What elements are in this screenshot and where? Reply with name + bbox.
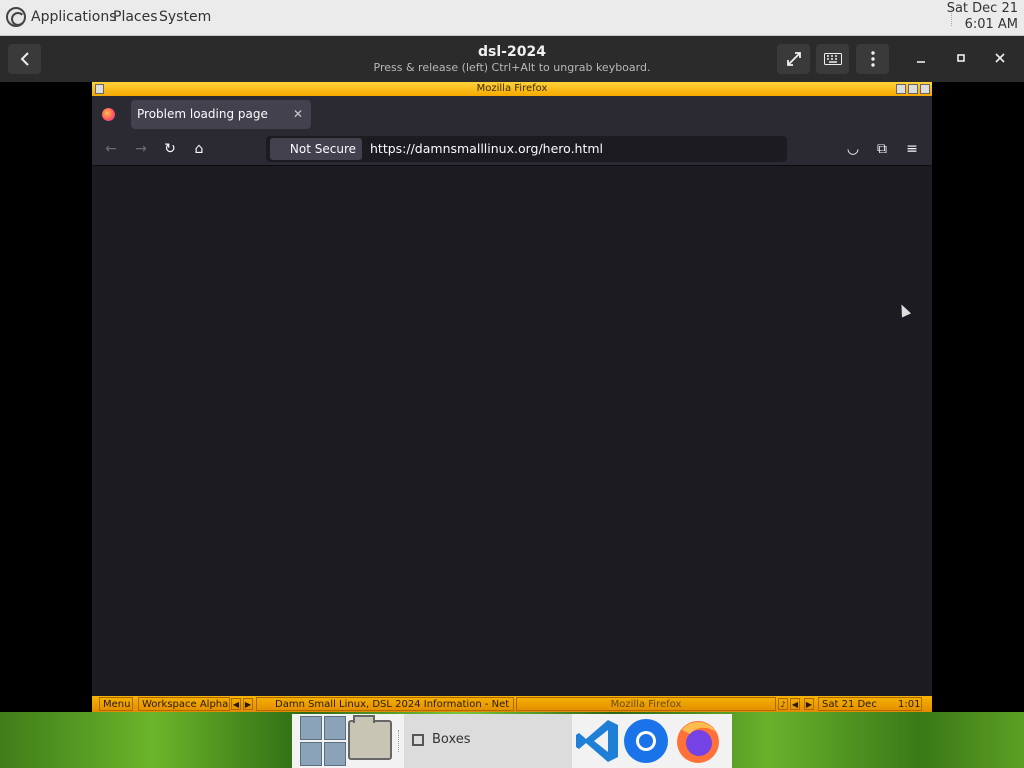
- forward-arrow-icon[interactable]: →: [133, 141, 149, 157]
- clock-time: 6:01 AM: [964, 17, 1018, 32]
- bottom-dock: Boxes: [292, 714, 732, 768]
- top-panel: Applications Places System Sat Dec 21 6:…: [0, 0, 1024, 36]
- window-menu-icon[interactable]: [95, 84, 104, 94]
- tray-prev-icon[interactable]: ◀: [790, 698, 800, 710]
- applications-menu[interactable]: Applications: [31, 9, 117, 25]
- boxes-icon: [412, 734, 424, 746]
- dsl-clock-time: 1:01: [898, 699, 921, 710]
- window-close-icon[interactable]: [920, 84, 930, 94]
- workspace-grid-icon[interactable]: [300, 716, 346, 766]
- dsl-clock[interactable]: Sat 21 Dec 1:01: [818, 697, 922, 711]
- minimize-button[interactable]: [910, 48, 932, 70]
- file-manager-icon[interactable]: [348, 715, 392, 760]
- workspace-next-icon[interactable]: ▶: [243, 698, 253, 710]
- dock-separator: [398, 730, 400, 752]
- menu-button[interactable]: [856, 44, 889, 74]
- places-menu[interactable]: Places: [113, 9, 158, 25]
- fullscreen-icon: [786, 52, 801, 66]
- boxes-taskbar-item[interactable]: Boxes: [404, 714, 572, 768]
- dsl-taskbar: Menu Workspace Alpha ◀ ▶ Damn Small Linu…: [92, 696, 932, 712]
- system-menu[interactable]: System: [159, 9, 211, 25]
- firefox-window-titlebar[interactable]: Mozilla Firefox: [92, 82, 932, 96]
- extensions-icon[interactable]: ⧉: [874, 141, 890, 157]
- tab-problem-loading[interactable]: Problem loading page ✕: [131, 100, 311, 129]
- window-minimize-icon[interactable]: [896, 84, 906, 94]
- back-arrow-icon[interactable]: ←: [103, 141, 119, 157]
- pocket-icon[interactable]: ◡: [845, 141, 861, 157]
- close-tab-icon[interactable]: ✕: [293, 100, 303, 129]
- workspace-switcher[interactable]: Workspace Alpha: [138, 697, 230, 711]
- firefox-view-icon[interactable]: [102, 108, 115, 121]
- minimize-icon: [917, 61, 925, 63]
- maximize-icon: [957, 54, 965, 62]
- boxes-header-bar: dsl-2024 Press & release (left) Ctrl+Alt…: [0, 36, 1024, 82]
- task-firefox-label: Mozilla Firefox: [610, 699, 682, 710]
- task-dsl-info-label: Damn Small Linux, DSL 2024 Information -…: [275, 699, 510, 710]
- not-secure-badge[interactable]: Not Secure: [270, 138, 362, 160]
- boxes-label: Boxes: [432, 732, 471, 747]
- vm-display[interactable]: Mozilla Firefox Problem loading page ✕ ←…: [92, 82, 932, 712]
- page-content[interactable]: [92, 166, 932, 696]
- task-firefox[interactable]: Mozilla Firefox: [516, 697, 776, 711]
- task-dsl-info[interactable]: Damn Small Linux, DSL 2024 Information -…: [256, 697, 514, 711]
- home-icon[interactable]: ⌂: [191, 141, 207, 157]
- clock[interactable]: Sat Dec 21 6:01 AM: [947, 1, 1018, 33]
- fullscreen-button[interactable]: [777, 44, 810, 74]
- keyboard-button[interactable]: [816, 44, 849, 74]
- desktop: Applications Places System Sat Dec 21 6:…: [0, 0, 1024, 768]
- distro-logo-icon[interactable]: [6, 7, 26, 27]
- url-text[interactable]: https://damnsmalllinux.org/hero.html: [370, 136, 603, 162]
- tray-next-icon[interactable]: ▶: [804, 698, 814, 710]
- firefox-tabbar: Problem loading page ✕: [92, 96, 932, 132]
- window-maximize-icon[interactable]: [908, 84, 918, 94]
- maximize-button[interactable]: [950, 48, 972, 70]
- firefox-navbar: ← → ↻ ⌂ Not Secure https://damnsmalllinu…: [92, 132, 932, 166]
- workspace-prev-icon[interactable]: ◀: [231, 698, 241, 710]
- url-bar[interactable]: Not Secure https://damnsmalllinux.org/he…: [266, 136, 787, 162]
- dsl-clock-date: Sat 21 Dec: [822, 699, 877, 710]
- firefox-icon[interactable]: [674, 716, 722, 766]
- hamburger-menu-icon[interactable]: ≡: [904, 141, 920, 157]
- vscode-icon[interactable]: [574, 716, 622, 766]
- clock-date: Sat Dec 21: [946, 1, 1018, 16]
- dsl-menu-button[interactable]: Menu: [99, 697, 133, 711]
- close-icon: [995, 53, 1005, 63]
- tab-title: Problem loading page: [137, 107, 268, 121]
- volume-icon[interactable]: ♪: [778, 698, 788, 710]
- close-window-button[interactable]: [989, 48, 1011, 70]
- mouse-cursor-icon: [896, 302, 912, 318]
- keyboard-icon: [823, 53, 842, 65]
- chromium-icon[interactable]: [622, 716, 670, 766]
- kebab-menu-icon: [870, 51, 875, 67]
- window-title: Mozilla Firefox: [476, 83, 548, 94]
- reload-icon[interactable]: ↻: [162, 141, 178, 157]
